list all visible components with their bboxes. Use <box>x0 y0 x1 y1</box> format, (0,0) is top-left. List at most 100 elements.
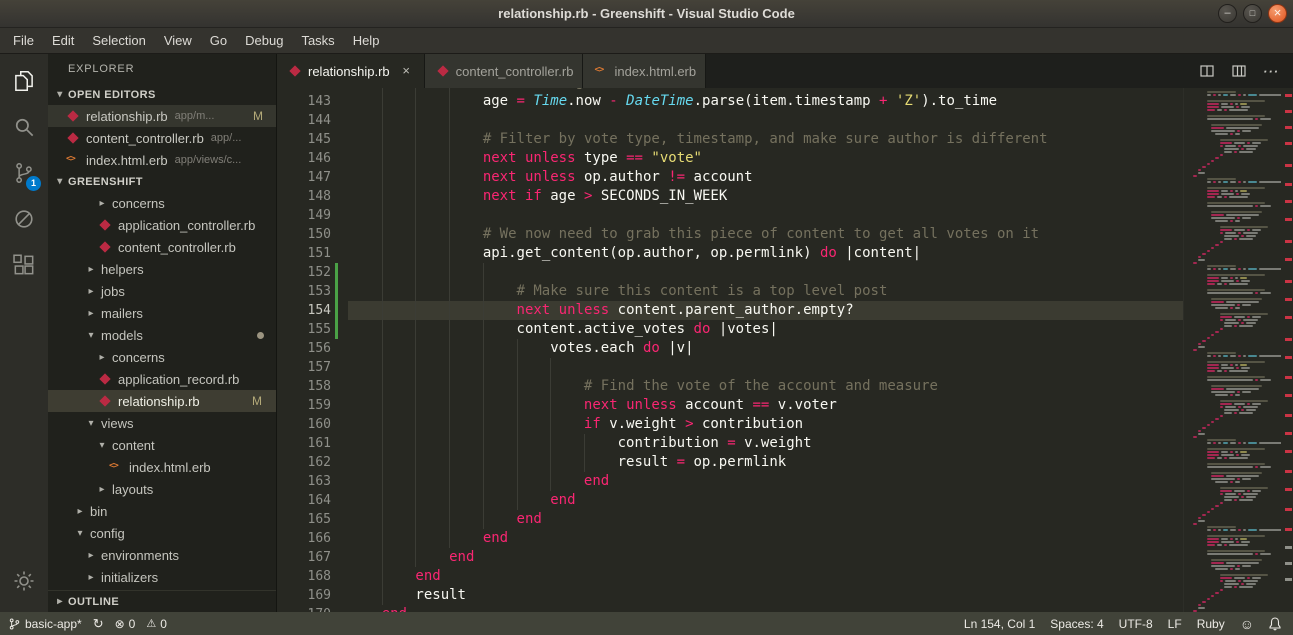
tree-item-content-controller-rb[interactable]: content_controller.rb <box>48 236 276 258</box>
tree-item-index-html-erb[interactable]: index.html.erb <box>48 456 276 478</box>
tree-item-views[interactable]: views <box>48 412 276 434</box>
eol-setting[interactable]: LF <box>1168 617 1182 631</box>
activity-explorer[interactable] <box>0 58 48 104</box>
language-mode[interactable]: Ruby <box>1197 617 1225 631</box>
code-line-content[interactable]: # Make sure this content is a top level … <box>348 282 1183 301</box>
code-line-content[interactable]: # Filter by vote type, timestamp, and ma… <box>348 130 1183 149</box>
minimap-token <box>1234 585 1238 588</box>
sync-button[interactable] <box>93 616 104 632</box>
tree-item-layouts[interactable]: layouts <box>48 478 276 500</box>
split-editor-button[interactable] <box>1199 63 1215 79</box>
minimap-token <box>1258 93 1281 96</box>
activity-source-control[interactable]: 1 <box>0 150 48 196</box>
menu-item-tasks[interactable]: Tasks <box>292 28 343 54</box>
minimap-token <box>1237 216 1241 219</box>
indent-guide <box>381 491 416 510</box>
code-line-content[interactable]: next unless type == "vote" <box>348 149 1183 168</box>
code-line-content[interactable]: result = op.permlink <box>348 453 1183 472</box>
menu-item-debug[interactable]: Debug <box>236 28 292 54</box>
tree-item-concerns[interactable]: concerns <box>48 192 276 214</box>
encoding-setting[interactable]: UTF-8 <box>1119 617 1153 631</box>
code-line-content[interactable]: next unless content.parent_author.empty? <box>348 301 1183 320</box>
code-line-content[interactable] <box>348 206 1183 225</box>
minimap[interactable] <box>1183 88 1293 612</box>
indent-guide <box>550 472 584 491</box>
close-button[interactable] <box>1268 4 1287 23</box>
project-header[interactable]: GREENSHIFT <box>48 171 276 192</box>
open-editor-relationship-rb[interactable]: relationship.rb app/m... M <box>48 105 276 127</box>
maximize-button[interactable] <box>1243 4 1262 23</box>
tree-item-concerns[interactable]: concerns <box>48 346 276 368</box>
menu-item-edit[interactable]: Edit <box>43 28 83 54</box>
minimap-token <box>1235 189 1239 192</box>
problems-warnings[interactable]: 0 <box>146 617 167 631</box>
code-line-content[interactable]: result <box>348 586 1183 605</box>
code-line-content[interactable]: end <box>348 567 1183 586</box>
code-line-content[interactable]: next unless account == v.voter <box>348 396 1183 415</box>
menu-item-selection[interactable]: Selection <box>83 28 154 54</box>
menu-item-file[interactable]: File <box>4 28 43 54</box>
code-line-content[interactable]: next if age > SECONDS_IN_WEEK <box>348 187 1183 206</box>
menu-item-go[interactable]: Go <box>201 28 236 54</box>
tree-item-content[interactable]: content <box>48 434 276 456</box>
code-line-content[interactable]: end <box>348 529 1183 548</box>
code-line-content[interactable]: end <box>348 548 1183 567</box>
minimap-token <box>1221 279 1234 282</box>
more-actions-button[interactable] <box>1263 64 1279 79</box>
activity-debug[interactable] <box>0 196 48 242</box>
menu-item-view[interactable]: View <box>155 28 201 54</box>
indent-guide <box>348 301 382 320</box>
cursor-position[interactable]: Ln 154, Col 1 <box>964 617 1035 631</box>
code-line-content[interactable] <box>348 111 1183 130</box>
code-line-content[interactable]: end <box>348 472 1183 491</box>
code-line-content[interactable]: if v.weight > contribution <box>348 415 1183 434</box>
code-line-content[interactable] <box>348 263 1183 282</box>
menu-item-help[interactable]: Help <box>344 28 389 54</box>
tree-item-mailers[interactable]: mailers <box>48 302 276 324</box>
open-editor-index-html-erb[interactable]: index.html.erb app/views/c... <box>48 149 276 171</box>
code-line-content[interactable]: # Find the vote of the account and measu… <box>348 377 1183 396</box>
git-branch-status[interactable]: basic-app* <box>8 617 82 631</box>
tree-item-config[interactable]: config <box>48 522 276 544</box>
tree-item-bin[interactable]: bin <box>48 500 276 522</box>
tree-item-jobs[interactable]: jobs <box>48 280 276 302</box>
code-line-content[interactable]: end <box>348 605 1183 612</box>
minimap-token <box>1219 399 1269 402</box>
tree-item-relationship-rb[interactable]: relationship.rb M <box>48 390 276 412</box>
ruby-file-icon <box>436 64 450 78</box>
tree-item-application-record-rb[interactable]: application_record.rb <box>48 368 276 390</box>
tree-item-application-controller-rb[interactable]: application_controller.rb <box>48 214 276 236</box>
code-line-content[interactable]: next unless op.author != account <box>348 168 1183 187</box>
tree-item-helpers[interactable]: helpers <box>48 258 276 280</box>
notifications-button[interactable] <box>1269 616 1281 631</box>
close-icon[interactable] <box>398 63 415 80</box>
open-editors-header[interactable]: OPEN EDITORS <box>48 84 276 105</box>
code-line-content[interactable]: votes.each do |v| <box>348 339 1183 358</box>
problems-errors[interactable]: 0 <box>115 617 136 631</box>
tree-item-environments[interactable]: environments <box>48 544 276 566</box>
tab-index-html-erb[interactable]: index.html.erb <box>583 54 707 88</box>
tab-content-controller-rb[interactable]: content_controller.rb <box>424 54 584 88</box>
code-area[interactable]: 142# Get the age of this item143age = Ti… <box>277 88 1183 612</box>
code-line-content[interactable] <box>348 358 1183 377</box>
code-line-content[interactable]: contribution = v.weight <box>348 434 1183 453</box>
toggle-layout-button[interactable] <box>1231 63 1247 79</box>
code-line-content[interactable]: content.active_votes do |votes| <box>348 320 1183 339</box>
code-line-content[interactable]: end <box>348 510 1183 529</box>
code-line-content[interactable]: age = Time .now - DateTime .parse(item.tim… <box>348 92 1183 111</box>
indentation-setting[interactable]: Spaces: 4 <box>1050 617 1103 631</box>
tree-item-models[interactable]: models <box>48 324 276 346</box>
line-number: 147 <box>307 170 331 185</box>
activity-settings[interactable] <box>0 558 48 604</box>
outline-header[interactable]: OUTLINE <box>48 590 276 612</box>
activity-search[interactable] <box>0 104 48 150</box>
minimize-button[interactable] <box>1218 4 1237 23</box>
feedback-button[interactable] <box>1240 616 1254 632</box>
code-line-content[interactable]: # We now need to grab this piece of cont… <box>348 225 1183 244</box>
tab-relationship-rb[interactable]: relationship.rb <box>277 54 425 88</box>
code-line-content[interactable]: api.get_content(op.author, op.permlink) … <box>348 244 1183 263</box>
open-editor-content-controller-rb[interactable]: content_controller.rb app/... <box>48 127 276 149</box>
activity-extensions[interactable] <box>0 242 48 288</box>
tree-item-initializers[interactable]: initializers <box>48 566 276 588</box>
code-line-content[interactable]: end <box>348 491 1183 510</box>
